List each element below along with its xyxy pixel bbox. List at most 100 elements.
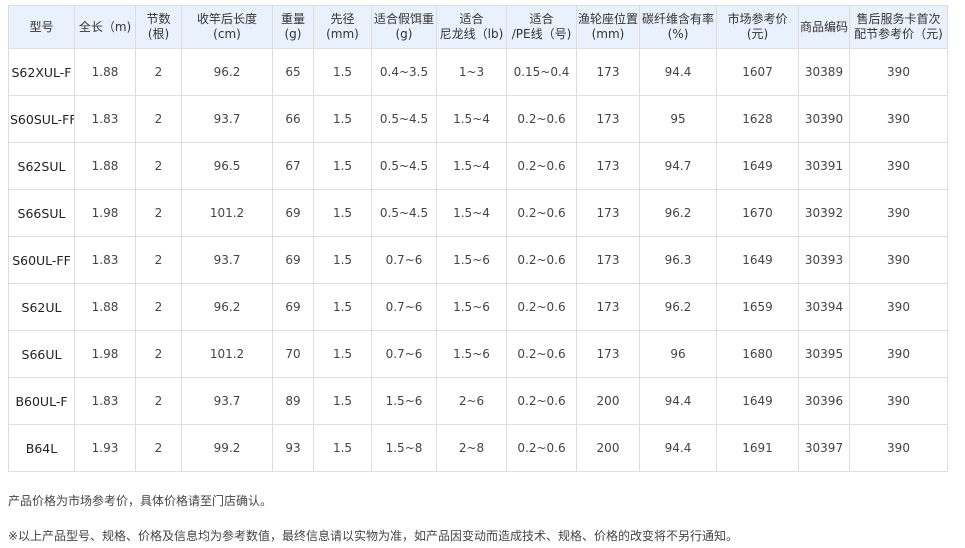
table-cell: 390 bbox=[849, 48, 948, 96]
table-cell: 0.2~0.6 bbox=[506, 95, 577, 143]
table-cell: 30396 bbox=[798, 377, 850, 425]
table-cell: 2 bbox=[135, 424, 182, 472]
table-cell: 93.7 bbox=[181, 377, 273, 425]
table-row: S66SUL 1.98 2 101.2 69 1.5 0.5~4.5 1.5~4 0.2~0.6… bbox=[8, 189, 948, 237]
table-cell: 1.5 bbox=[313, 48, 372, 96]
model-cell: S60SUL-FF bbox=[8, 95, 75, 143]
table-header-row: 型号 全长（m) 节数(根) 收竿后长度 (cm) 重量(g) 先径 (mm) 适合假饵重 … bbox=[8, 5, 948, 49]
table-cell: 1649 bbox=[716, 236, 799, 284]
table-cell: 1691 bbox=[716, 424, 799, 472]
column-header-label: 型号 bbox=[29, 19, 54, 34]
table-cell: 173 bbox=[576, 330, 640, 378]
table-cell: 0.2~0.6 bbox=[506, 236, 577, 284]
column-header-label: 适合 /PE线（号) bbox=[511, 12, 572, 41]
disclaimer-note: ※以上产品型号、规格、价格及信息均为参考数值，最终信息请以实物为准，如产品因变动… bbox=[8, 529, 739, 543]
table-cell: 95 bbox=[639, 95, 717, 143]
table-cell: 1.5~8 bbox=[371, 424, 437, 472]
table-cell: 1.83 bbox=[74, 236, 136, 284]
table-cell: 1.5 bbox=[313, 283, 372, 331]
table-cell: 1.98 bbox=[74, 330, 136, 378]
spec-table: 型号 全长（m) 节数(根) 收竿后长度 (cm) 重量(g) 先径 (mm) 适合假饵重 … bbox=[8, 5, 948, 472]
table-cell: 101.2 bbox=[181, 189, 273, 237]
table-cell: 93.7 bbox=[181, 95, 273, 143]
table-cell: 0.5~4.5 bbox=[371, 142, 437, 190]
model-cell: B60UL-F bbox=[8, 377, 75, 425]
table-cell: 2 bbox=[135, 283, 182, 331]
table-cell: 96.2 bbox=[639, 189, 717, 237]
table-cell: 0.4~3.5 bbox=[371, 48, 437, 96]
table-cell: 0.15~0.4 bbox=[506, 48, 577, 96]
table-cell: 0.7~6 bbox=[371, 330, 437, 378]
column-header: 适合假饵重 (g) bbox=[371, 5, 437, 49]
column-header: 碳纤维含有率 (%) bbox=[639, 5, 717, 49]
table-cell: 30390 bbox=[798, 95, 850, 143]
table-row: B60UL-F 1.83 2 93.7 89 1.5 1.5~6 2~6 0.2~0.6 200 9… bbox=[8, 377, 948, 425]
table-cell: 66 bbox=[272, 95, 314, 143]
table-cell: 30392 bbox=[798, 189, 850, 237]
table-cell: 0.2~0.6 bbox=[506, 142, 577, 190]
table-cell: 390 bbox=[849, 283, 948, 331]
table-cell: 1628 bbox=[716, 95, 799, 143]
column-header-label: 售后服务卡首次 配节参考价（元) bbox=[854, 12, 943, 41]
table-cell: 30393 bbox=[798, 236, 850, 284]
table-cell: 69 bbox=[272, 189, 314, 237]
table-cell: 94.4 bbox=[639, 377, 717, 425]
table-cell: 390 bbox=[849, 330, 948, 378]
column-header: 售后服务卡首次 配节参考价（元) bbox=[849, 5, 948, 49]
table-cell: 390 bbox=[849, 236, 948, 284]
table-row: S62UL 1.88 2 96.2 69 1.5 0.7~6 1.5~6 0.2~0.6 173 9… bbox=[8, 283, 948, 331]
table-row: S60SUL-FF 1.83 2 93.7 66 1.5 0.5~4.5 1.5~4 0.2~0… bbox=[8, 95, 948, 143]
table-cell: 1.5 bbox=[313, 377, 372, 425]
table-cell: 30397 bbox=[798, 424, 850, 472]
model-cell: S62UL bbox=[8, 283, 75, 331]
column-header: 收竿后长度 (cm) bbox=[181, 5, 273, 49]
model-cell: S62SUL bbox=[8, 142, 75, 190]
table-cell: 30395 bbox=[798, 330, 850, 378]
column-header-label: 碳纤维含有率 (%) bbox=[641, 12, 714, 41]
model-cell: B64L bbox=[8, 424, 75, 472]
column-header-label: 收竿后长度 (cm) bbox=[196, 12, 257, 41]
column-header-label: 市场参考价(元) bbox=[727, 12, 788, 41]
table-cell: 1680 bbox=[716, 330, 799, 378]
table-cell: 1649 bbox=[716, 377, 799, 425]
column-header: 全长（m) bbox=[74, 5, 136, 49]
table-cell: 1.88 bbox=[74, 142, 136, 190]
table-cell: 0.2~0.6 bbox=[506, 377, 577, 425]
column-header-label: 适合假饵重 (g) bbox=[373, 12, 434, 41]
table-cell: 1.5~6 bbox=[436, 236, 507, 284]
table-cell: 94.4 bbox=[639, 424, 717, 472]
table-cell: 173 bbox=[576, 48, 640, 96]
price-note: 产品价格为市场参考价，具体价格请至门店确认。 bbox=[8, 494, 273, 508]
table-cell: 200 bbox=[576, 377, 640, 425]
table-cell: 1670 bbox=[716, 189, 799, 237]
table-row: S62SUL 1.88 2 96.5 67 1.5 0.5~4.5 1.5~4 0.2~0.6 1… bbox=[8, 142, 948, 190]
table-cell: 2 bbox=[135, 236, 182, 284]
model-cell: S60UL-FF bbox=[8, 236, 75, 284]
table-cell: 1.5 bbox=[313, 95, 372, 143]
column-header: 重量(g) bbox=[272, 5, 314, 49]
table-cell: 2~8 bbox=[436, 424, 507, 472]
table-cell: 96 bbox=[639, 330, 717, 378]
table-cell: 94.7 bbox=[639, 142, 717, 190]
table-cell: 390 bbox=[849, 424, 948, 472]
table-cell: 2 bbox=[135, 330, 182, 378]
column-header-label: 渔轮座位置 (mm) bbox=[578, 12, 639, 41]
table-cell: 69 bbox=[272, 236, 314, 284]
table-cell: 1.5~6 bbox=[436, 330, 507, 378]
table-cell: 0.2~0.6 bbox=[506, 330, 577, 378]
table-cell: 1.5~4 bbox=[436, 95, 507, 143]
table-cell: 70 bbox=[272, 330, 314, 378]
table-cell: 1607 bbox=[716, 48, 799, 96]
column-header-label: 适合 尼龙线（lb) bbox=[439, 12, 504, 41]
table-row: S62XUL-F 1.88 2 96.2 65 1.5 0.4~3.5 1~3 0.15~0.4… bbox=[8, 48, 948, 96]
table-cell: 1659 bbox=[716, 283, 799, 331]
model-cell: S62XUL-F bbox=[8, 48, 75, 96]
table-cell: 67 bbox=[272, 142, 314, 190]
table-cell: 0.7~6 bbox=[371, 283, 437, 331]
table-cell: 96.5 bbox=[181, 142, 273, 190]
column-header-label: 节数(根) bbox=[146, 12, 171, 41]
column-header: 适合 尼龙线（lb) bbox=[436, 5, 507, 49]
table-cell: 0.5~4.5 bbox=[371, 189, 437, 237]
table-cell: 2 bbox=[135, 95, 182, 143]
model-cell: S66SUL bbox=[8, 189, 75, 237]
